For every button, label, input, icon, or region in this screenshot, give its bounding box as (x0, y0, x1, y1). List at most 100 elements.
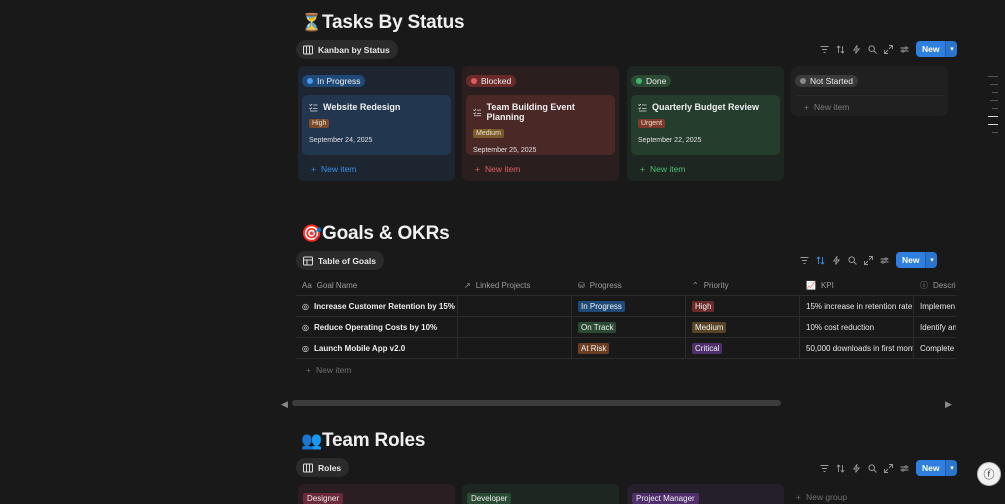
col-header-kpi[interactable]: 📈 KPI (800, 275, 914, 295)
kanban-column-blocked: Blocked Team Building Event Planning Med… (462, 66, 619, 181)
horizontal-scrollbar[interactable] (292, 400, 781, 406)
status-pill: Done (631, 75, 672, 87)
expand-icon[interactable] (880, 460, 896, 476)
kpi-cell[interactable]: 15% increase in retention rate (800, 296, 914, 316)
card-title: Quarterly Budget Review (652, 102, 760, 112)
roles-view-tab[interactable]: Roles (296, 458, 350, 477)
priority-cell[interactable]: Critical (686, 338, 800, 358)
due-date: September 22, 2025 (638, 137, 702, 144)
new-group-button[interactable]: + New group (796, 492, 847, 502)
filter-icon[interactable] (796, 252, 812, 268)
col-header-linked-projects[interactable]: ↗ Linked Projects (458, 275, 572, 295)
priority-chevrons-icon: ⌃ (692, 280, 699, 290)
task-list-icon (473, 108, 482, 116)
col-header-priority[interactable]: ⌃ Priority (686, 275, 800, 295)
progress-cell[interactable]: On Track (572, 317, 686, 337)
chevron-down-icon[interactable]: ▾ (945, 41, 958, 57)
expand-icon[interactable] (860, 252, 876, 268)
goal-name-cell[interactable]: ◎ Increase Customer Retention by 15% (296, 296, 458, 316)
goals-new-button[interactable]: New ▾ (896, 252, 938, 268)
priority-chip: Critical (692, 342, 723, 354)
roles-column-developer: Developer (462, 484, 619, 504)
kpi-cell[interactable]: 50,000 downloads in first montl (800, 338, 914, 358)
goals-toolbar: New ▾ (796, 252, 938, 268)
status-dot-icon (307, 78, 313, 84)
filter-icon[interactable] (816, 41, 832, 57)
tasks-title: Tasks By Status (322, 12, 465, 33)
linked-projects-cell[interactable] (458, 296, 572, 316)
priority-cell[interactable]: High (686, 296, 800, 316)
kanban-column-in-progress: In Progress Website Redesign High Septem… (298, 66, 455, 181)
hourglass-icon: ⏳ (301, 13, 322, 32)
linked-projects-cell[interactable] (458, 317, 572, 337)
kpi-cell[interactable]: 10% cost reduction (800, 317, 914, 337)
progress-cell[interactable]: In Progress (572, 296, 686, 316)
search-icon[interactable] (864, 41, 880, 57)
plus-icon: + (796, 492, 801, 502)
linked-projects-cell[interactable] (458, 338, 572, 358)
new-item-button[interactable]: + New item (795, 95, 944, 112)
tasks-new-button[interactable]: New ▾ (916, 41, 958, 57)
priority-chip: High (692, 300, 715, 312)
lightning-icon[interactable] (848, 41, 864, 57)
target-icon: ◎ (302, 301, 309, 311)
kanban-card[interactable]: Team Building Event Planning Medium Sept… (466, 95, 615, 155)
kanban-view-tab[interactable]: Kanban by Status (296, 40, 398, 59)
settings-sliders-icon[interactable] (896, 41, 912, 57)
roles-column-designer: Designer (298, 484, 455, 504)
search-icon[interactable] (844, 252, 860, 268)
chevron-down-icon[interactable]: ▾ (925, 252, 938, 268)
col-header-description[interactable]: ⓘ Descri (914, 275, 956, 295)
sort-icon[interactable] (812, 252, 828, 268)
tasks-new-label[interactable]: New (916, 41, 946, 57)
col-header-progress[interactable]: ⛁ Progress (572, 275, 686, 295)
settings-sliders-icon[interactable] (896, 460, 912, 476)
col-header-goal-name[interactable]: Aa Goal Name (296, 275, 458, 295)
roles-new-button[interactable]: New ▾ (916, 460, 958, 476)
assistant-face-icon[interactable]: ⓕ (977, 462, 1001, 486)
sort-icon[interactable] (832, 460, 848, 476)
goals-heading: 🎯 Goals & OKRs (301, 223, 450, 245)
progress-chip: On Track (578, 321, 617, 333)
filter-icon[interactable] (816, 460, 832, 476)
new-item-button[interactable]: + New item (631, 155, 780, 174)
table-header-row: Aa Goal Name ↗ Linked Projects ⛁ Progress ⌃… (296, 275, 956, 296)
description-cell[interactable]: Implemen (914, 296, 956, 316)
progress-cell[interactable]: At Risk (572, 338, 686, 358)
page-outline-indicator[interactable] (988, 76, 998, 133)
table-view-tab[interactable]: Table of Goals (296, 251, 384, 270)
roles-new-label[interactable]: New (916, 460, 946, 476)
description-cell[interactable]: Complete c (914, 338, 956, 358)
settings-sliders-icon[interactable] (876, 252, 892, 268)
description-cell[interactable]: Identify an (914, 317, 956, 337)
table-row[interactable]: ◎ Increase Customer Retention by 15% In P… (296, 296, 956, 317)
target-icon: ◎ (302, 343, 309, 353)
new-item-button[interactable]: + New item (302, 155, 451, 174)
tasks-toolbar: New ▾ (816, 41, 958, 57)
tasks-heading: ⏳ Tasks By Status (301, 12, 465, 34)
goal-name-cell[interactable]: ◎ Reduce Operating Costs by 10% (296, 317, 458, 337)
goal-name-cell[interactable]: ◎ Launch Mobile App v2.0 (296, 338, 458, 358)
due-date: September 25, 2025 (473, 147, 537, 154)
board-icon (303, 45, 313, 54)
expand-icon[interactable] (880, 41, 896, 57)
priority-cell[interactable]: Medium (686, 317, 800, 337)
chart-line-icon: 📈 (806, 280, 816, 290)
search-icon[interactable] (864, 460, 880, 476)
sort-icon[interactable] (832, 41, 848, 57)
lightning-icon[interactable] (828, 252, 844, 268)
table-new-item-button[interactable]: + New item (296, 359, 956, 375)
table-row[interactable]: ◎ Launch Mobile App v2.0 At Risk Critical… (296, 338, 956, 359)
chevron-down-icon[interactable]: ▾ (945, 460, 958, 476)
lightning-icon[interactable] (848, 460, 864, 476)
scroll-left-icon[interactable]: ◀ (281, 399, 288, 410)
kanban-card[interactable]: Quarterly Budget Review Urgent September… (631, 95, 780, 155)
new-item-button[interactable]: + New item (466, 155, 615, 174)
table-row[interactable]: ◎ Reduce Operating Costs by 10% On Track … (296, 317, 956, 338)
plus-icon: + (311, 164, 316, 174)
roles-heading: 👥 Team Roles (301, 430, 425, 452)
goals-new-label[interactable]: New (896, 252, 926, 268)
status-pill: In Progress (302, 75, 366, 87)
scroll-right-icon[interactable]: ▶ (945, 399, 952, 410)
kanban-card[interactable]: Website Redesign High September 24, 2025 (302, 95, 451, 155)
